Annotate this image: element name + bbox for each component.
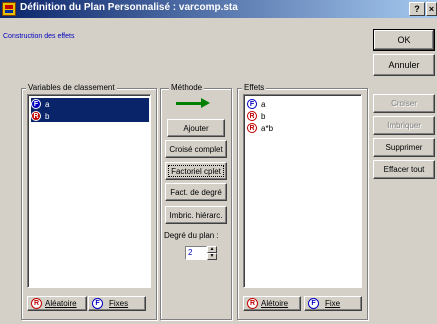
degree-spinner[interactable]: 2 ▲ ▼: [185, 246, 217, 260]
fixed-icon: F: [31, 99, 41, 109]
fixed-icon: F: [247, 99, 257, 109]
factorial-degree-button[interactable]: Fact. de degré: [165, 183, 227, 201]
classification-list[interactable]: F a R b: [27, 94, 151, 288]
random-icon: R: [247, 298, 258, 309]
fixed-icon: F: [92, 298, 103, 309]
factorial-complete-button[interactable]: Factoriel cplet: [165, 162, 227, 180]
random-icon: R: [31, 111, 41, 121]
degree-input[interactable]: 2: [185, 246, 207, 260]
fixed-icon: F: [308, 298, 319, 309]
effects-list[interactable]: F a R b R a*b: [243, 94, 362, 288]
nest-button[interactable]: Imbriquer: [373, 116, 435, 135]
degree-label: Degré du plan :: [164, 231, 219, 240]
app-icon: [2, 2, 16, 16]
method-label: Méthode: [169, 83, 205, 92]
delete-button[interactable]: Supprimer: [373, 138, 435, 157]
cross-button[interactable]: Croiser: [373, 94, 435, 113]
add-button[interactable]: Ajouter: [167, 119, 225, 137]
ok-button[interactable]: OK: [373, 29, 435, 51]
effects-label: Effets: [242, 83, 267, 92]
classification-item-b[interactable]: R b: [31, 110, 149, 122]
classification-fixed-button[interactable]: F Fixes: [88, 296, 146, 311]
spin-down-icon[interactable]: ▼: [207, 253, 217, 260]
fixed-button-label: Fixes: [109, 299, 129, 308]
random-icon: R: [31, 298, 42, 309]
nested-hierarchical-button[interactable]: Imbric. hiérarc.: [165, 206, 227, 224]
effects-item-label: a*b: [261, 123, 274, 133]
effects-random-button[interactable]: R Alétoire: [243, 296, 301, 311]
classification-random-button[interactable]: R Aléatoire: [27, 296, 87, 311]
help-button[interactable]: ?: [409, 2, 425, 16]
effects-item-a[interactable]: F a: [247, 98, 265, 110]
classification-item-label: b: [45, 111, 50, 121]
effects-fixed-button[interactable]: F Fixe: [304, 296, 362, 311]
close-icon[interactable]: ×: [426, 2, 437, 16]
random-button-label: Aléatoire: [45, 299, 77, 308]
add-arrow-icon: [176, 98, 212, 108]
window-title: Définition du Plan Personnalisé : varcom…: [20, 2, 238, 13]
classification-item-a[interactable]: F a: [31, 98, 149, 110]
spin-up-icon[interactable]: ▲: [207, 246, 217, 253]
classification-label: Variables de classement: [26, 83, 117, 92]
clear-all-button[interactable]: Effacer tout: [373, 160, 435, 179]
title-bar[interactable]: Définition du Plan Personnalisé : varcom…: [0, 0, 437, 18]
effects-item-label: a: [261, 99, 266, 109]
random-icon: R: [247, 111, 257, 121]
random-button-label: Alétoire: [261, 299, 289, 308]
section-subtitle: Construction des effets: [3, 33, 75, 40]
classification-item-label: a: [45, 99, 50, 109]
crossed-complete-button[interactable]: Croisé complet: [165, 140, 227, 158]
cancel-button[interactable]: Annuler: [373, 54, 435, 76]
effects-item-label: b: [261, 111, 266, 121]
effects-item-axb[interactable]: R a*b: [247, 122, 273, 134]
random-icon: R: [247, 123, 257, 133]
dialog-window: Définition du Plan Personnalisé : varcom…: [0, 0, 437, 324]
effects-item-b[interactable]: R b: [247, 110, 265, 122]
fixed-button-label: Fixe: [325, 299, 341, 308]
